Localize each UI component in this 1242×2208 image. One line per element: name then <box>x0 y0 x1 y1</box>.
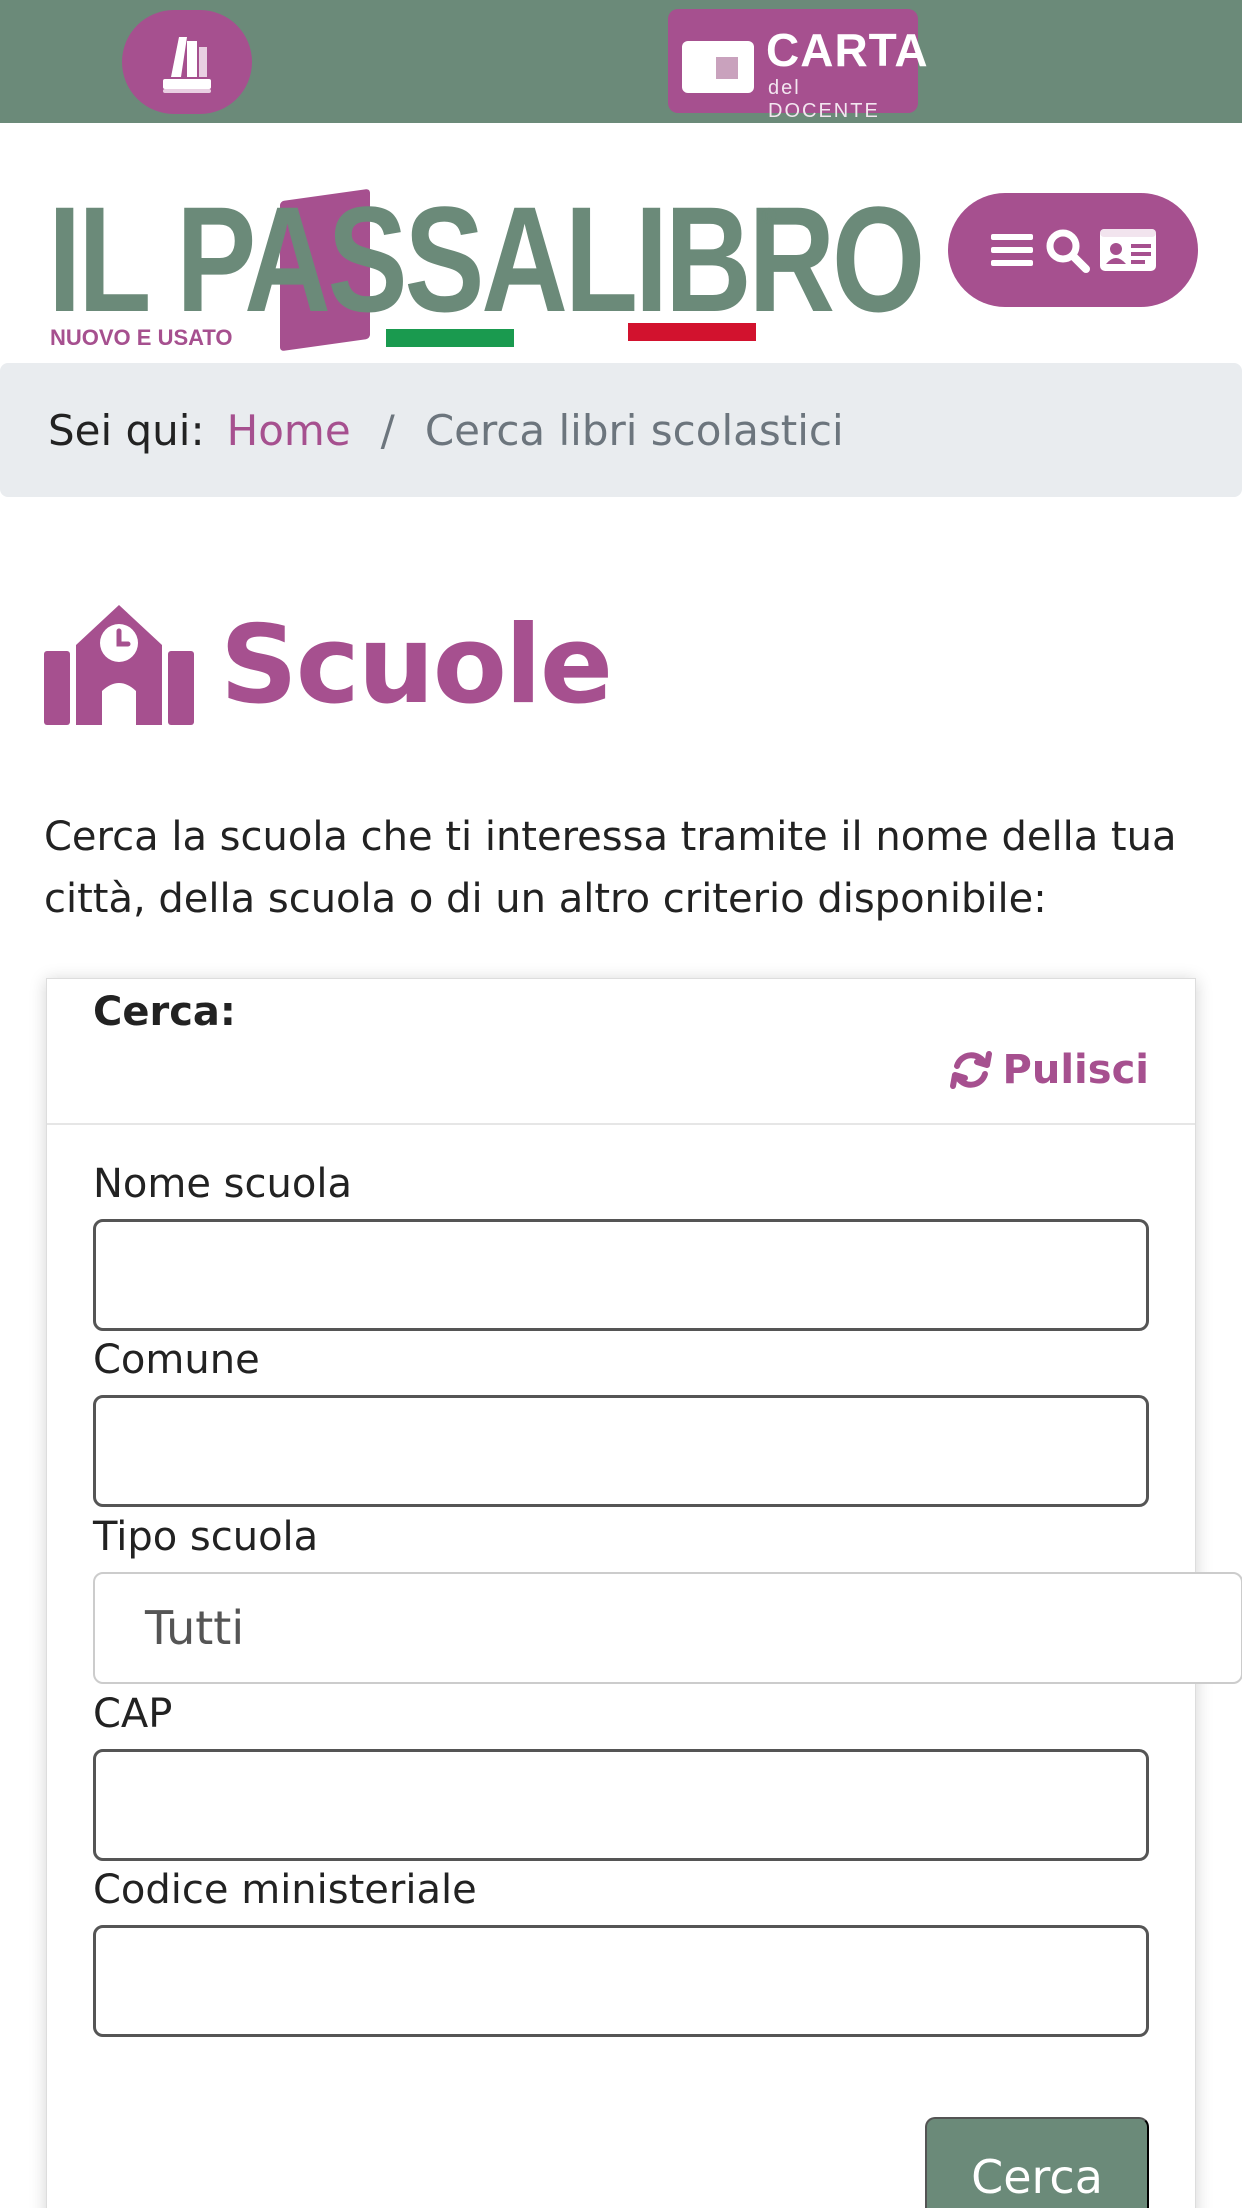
search-submit-button[interactable]: Cerca <box>925 2117 1149 2208</box>
carta-docente-button[interactable]: CARTA del DOCENTE <box>668 9 928 122</box>
refresh-icon <box>949 1051 992 1089</box>
carta-subtitle: del DOCENTE <box>768 77 880 122</box>
school-name-input[interactable] <box>93 1219 1149 1331</box>
school-name-label: Nome scuola <box>93 1161 352 1207</box>
breadcrumb-current: Cerca libri scolastici <box>424 405 844 455</box>
logo-tagline: NUOVO E USATO <box>50 325 233 350</box>
breadcrumb-separator: / <box>380 405 395 455</box>
breadcrumb-label: Sei qui: <box>48 405 205 455</box>
flag-stripe-red <box>628 323 756 341</box>
breadcrumb: Sei qui: Home / Cerca libri scolastici <box>0 363 1242 497</box>
search-card-header: Cerca: Pulisci <box>47 979 1195 1125</box>
flag-stripe-green <box>386 329 514 347</box>
cap-input[interactable] <box>93 1749 1149 1861</box>
clear-button-label: Pulisci <box>1002 1047 1149 1093</box>
search-heading: Cerca: <box>93 989 236 1035</box>
intro-text: Cerca la scuola che ti interessa tramite… <box>44 814 1177 922</box>
school-icon <box>44 605 194 725</box>
page-title-row: Scuole <box>44 600 613 730</box>
search-icon <box>1046 229 1090 273</box>
ministerial-code-input[interactable] <box>93 1925 1149 2037</box>
school-type-select[interactable]: Tutti <box>93 1572 1242 1684</box>
comune-label: Comune <box>93 1337 260 1383</box>
ministerial-code-label: Codice ministeriale <box>93 1867 477 1913</box>
breadcrumb-home-link[interactable]: Home <box>227 406 351 455</box>
school-type-selected-value: Tutti <box>145 1601 245 1655</box>
site-header: IL PASSALIBRO ® NUOVO E USATO <box>0 123 1242 363</box>
cap-label: CAP <box>93 1691 173 1737</box>
page-title: Scuole <box>220 602 613 728</box>
card-icon <box>682 41 754 93</box>
site-logo[interactable]: IL PASSALIBRO ® NUOVO E USATO <box>48 133 925 363</box>
id-card-icon <box>1100 229 1156 271</box>
top-bar: CARTA del DOCENTE <box>0 0 1242 123</box>
books-icon <box>163 37 211 93</box>
clear-button[interactable]: Pulisci <box>949 1047 1149 1093</box>
search-card: Cerca: Pulisci Nome scuola Comune Tipo s… <box>46 978 1242 2208</box>
school-type-label: Tipo scuola <box>93 1514 319 1560</box>
registered-mark: ® <box>758 205 780 230</box>
book-store-icon-button[interactable] <box>122 10 252 114</box>
logo-text: IL PASSALIBRO <box>48 175 925 343</box>
menu-icon <box>991 234 1033 266</box>
carta-title: CARTA <box>766 24 929 76</box>
menu-search-account-button[interactable] <box>948 193 1198 307</box>
comune-input[interactable] <box>93 1395 1149 1507</box>
